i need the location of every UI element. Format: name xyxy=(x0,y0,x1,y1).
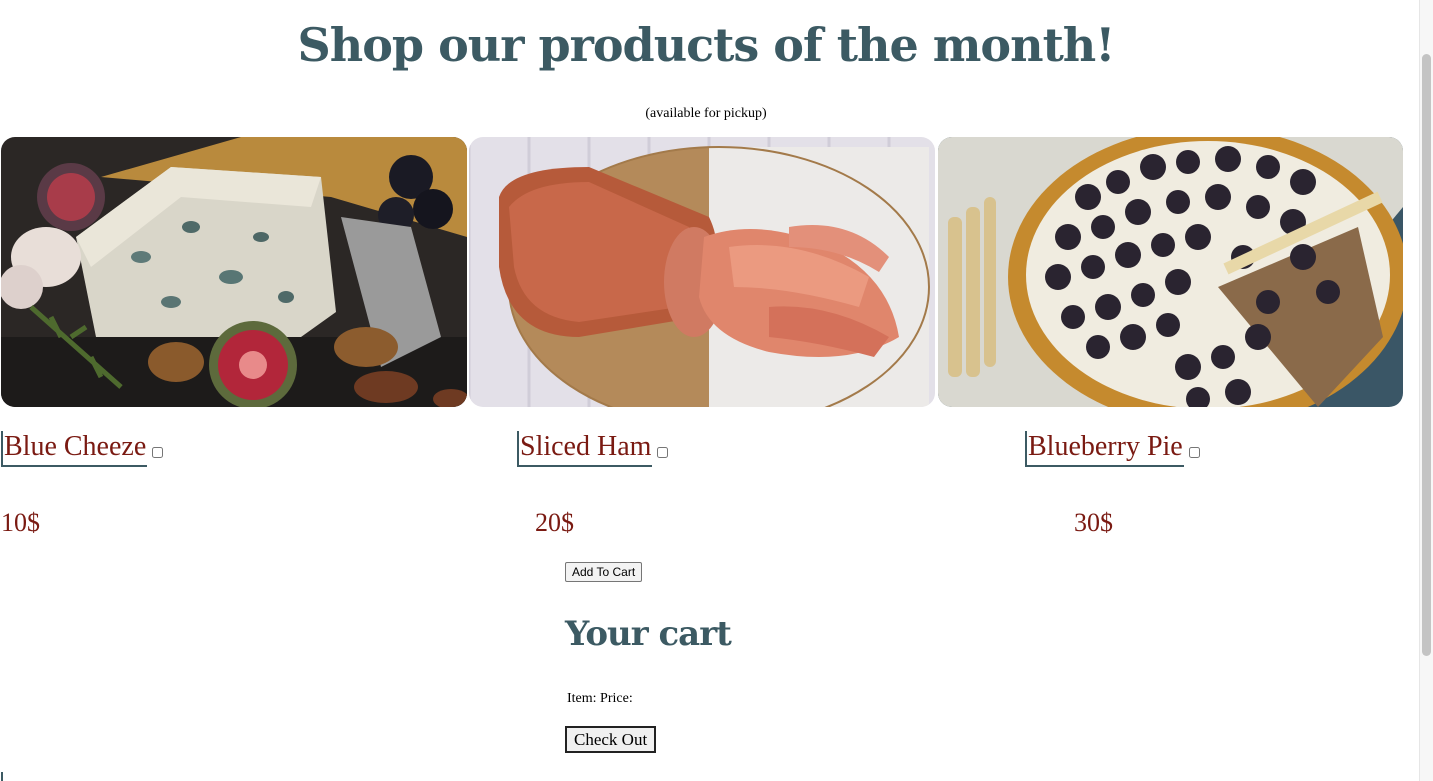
cart-title: Your cart xyxy=(565,614,732,654)
select-sliced-ham-checkbox[interactable] xyxy=(657,446,669,458)
cart-item-label: Item: xyxy=(567,691,597,706)
product-price: 10$ xyxy=(1,508,40,537)
scrollbar-thumb[interactable] xyxy=(1422,54,1431,656)
blue-cheese-image xyxy=(1,137,467,407)
checkout-button[interactable]: Check Out xyxy=(565,726,657,753)
sliced-ham-image xyxy=(469,137,935,407)
product-blueberry-pie: Blueberry Pie xyxy=(1025,431,1200,467)
product-blue-cheeze: Blue Cheeze xyxy=(1,431,164,467)
select-blue-cheeze-checkbox[interactable] xyxy=(152,446,164,458)
product-name: Blueberry Pie xyxy=(1025,431,1184,467)
product-name: Sliced Ham xyxy=(517,431,653,467)
page-title: Shop our products of the month! xyxy=(297,18,1116,72)
cart-price-label: Price: xyxy=(600,691,633,706)
add-to-cart-button[interactable]: Add To Cart xyxy=(565,562,643,582)
product-price: 20$ xyxy=(535,508,574,537)
product-sliced-ham: Sliced Ham xyxy=(517,431,669,467)
pickup-note: (available for pickup) xyxy=(645,106,767,121)
product-name: Blue Cheeze xyxy=(1,431,148,467)
blueberry-pie-image xyxy=(938,137,1403,407)
cut-off-element xyxy=(1,772,21,781)
select-blueberry-pie-checkbox[interactable] xyxy=(1188,446,1200,458)
cart-summary: Item: Price: xyxy=(567,691,633,707)
product-price: 30$ xyxy=(1074,508,1113,537)
